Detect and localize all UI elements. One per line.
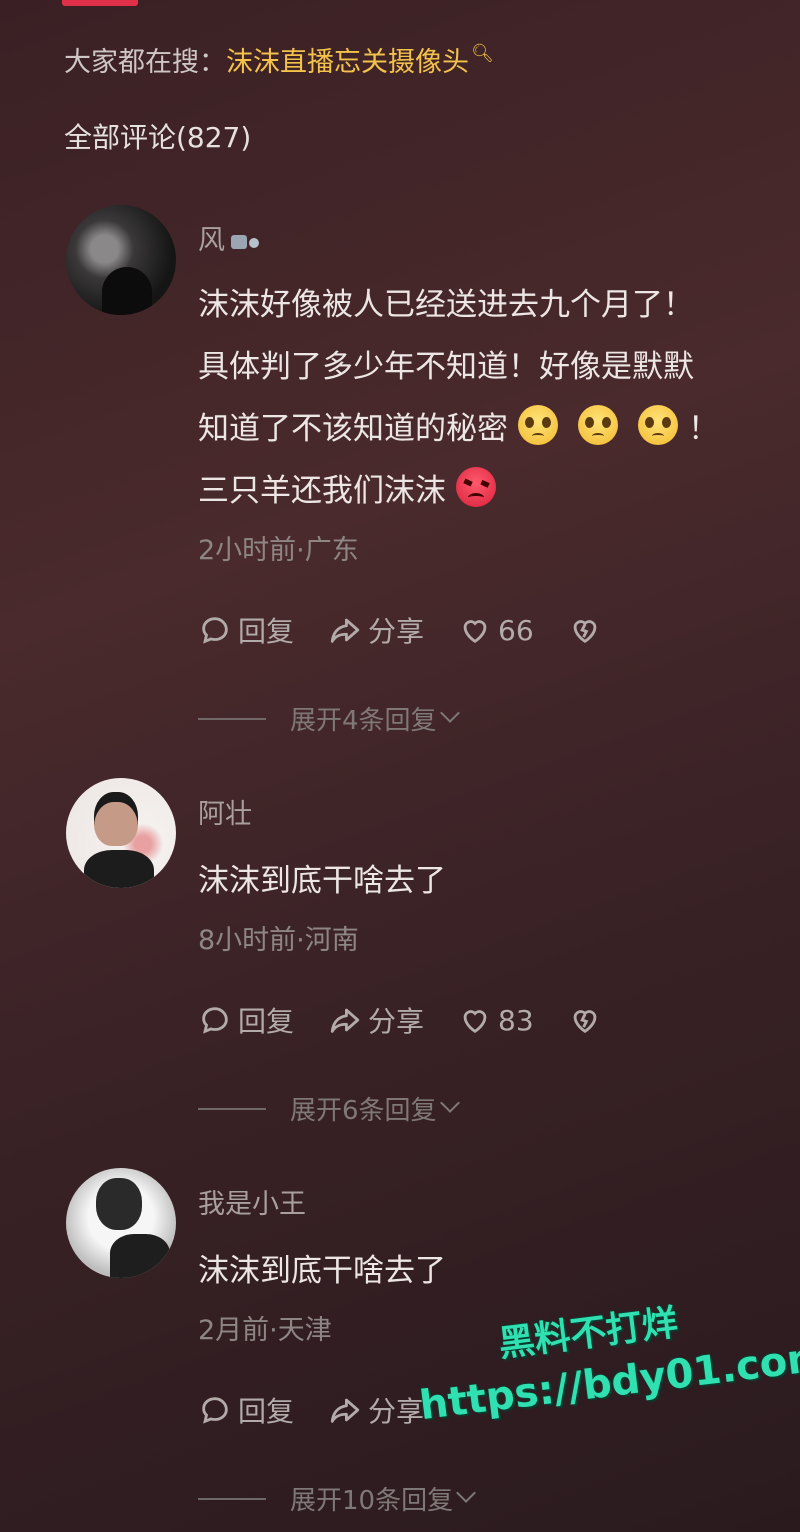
avatar[interactable] (66, 778, 176, 888)
heart-icon (463, 620, 487, 644)
username[interactable]: 风 (198, 218, 263, 257)
pleading-face-emoji (638, 405, 678, 445)
comment-actions: 回复 分享 66 (198, 610, 642, 650)
comment-actions: 回复 分享 83 (198, 1000, 642, 1040)
comment-meta: 2月前·天津 (198, 1315, 332, 1346)
comment-bubble-icon (202, 617, 228, 644)
expand-replies-button[interactable]: 展开10条回复 (198, 1480, 476, 1517)
chevron-down-icon (439, 702, 460, 723)
like-button[interactable]: 66 (458, 613, 534, 647)
search-suggestion-label: 大家都在搜： (64, 47, 226, 78)
share-arrow-icon (330, 1398, 360, 1423)
reply-button[interactable]: 回复 (198, 610, 294, 650)
top-tag (62, 0, 138, 6)
comments-title: 全部评论(827) (64, 121, 252, 154)
comment-meta: 8小时前·河南 (198, 925, 359, 956)
comment-text: 沫沫到底干啥去了 (198, 863, 446, 899)
expand-replies-button[interactable]: 展开4条回复 (198, 700, 460, 737)
share-button[interactable]: 分享 (328, 1390, 424, 1430)
search-suggestion[interactable]: 大家都在搜：沫沫直播忘关摄像头 🔍︎ (64, 40, 494, 79)
comment-meta: 2小时前·广东 (198, 535, 359, 566)
broken-heart-icon (573, 620, 597, 644)
search-icon: 🔍︎ (471, 43, 494, 64)
dislike-button[interactable] (568, 613, 608, 647)
chevron-down-icon (439, 1092, 460, 1113)
reply-button[interactable]: 回复 (198, 1000, 294, 1040)
share-button[interactable]: 分享 (328, 1000, 424, 1040)
username[interactable]: 阿壮 (198, 792, 252, 831)
like-button[interactable]: 83 (458, 1003, 534, 1037)
broken-heart-icon (573, 1010, 597, 1034)
avatar[interactable] (66, 1168, 176, 1278)
comment-bubble-icon (202, 1007, 228, 1034)
username[interactable]: 我是小王 (198, 1182, 306, 1221)
comment-text: 沫沫好像被人已经送进去九个月了！ 具体判了多少年不知道！好像是默默 知道了不该知… (198, 287, 719, 509)
share-arrow-icon (330, 1008, 360, 1033)
pleading-face-emoji (578, 405, 618, 445)
divider (198, 717, 266, 720)
divider (198, 1497, 266, 1500)
angry-face-emoji (456, 467, 496, 507)
dislike-button[interactable] (568, 1003, 608, 1037)
comment-bubble-icon (202, 1397, 228, 1424)
chevron-down-icon (456, 1482, 476, 1503)
like-count: 66 (498, 613, 534, 647)
reply-button[interactable]: 回复 (198, 1390, 294, 1430)
heart-icon (463, 1010, 487, 1034)
divider (198, 1107, 266, 1110)
search-suggestion-keyword[interactable]: 沫沫直播忘关摄像头 (226, 47, 469, 78)
expand-replies-button[interactable]: 展开6条回复 (198, 1090, 460, 1127)
share-arrow-icon (330, 618, 360, 643)
pleading-face-emoji (518, 405, 558, 445)
user-badge-icon (229, 232, 263, 252)
like-count: 83 (498, 1003, 534, 1037)
share-button[interactable]: 分享 (328, 610, 424, 650)
avatar[interactable] (66, 205, 176, 315)
